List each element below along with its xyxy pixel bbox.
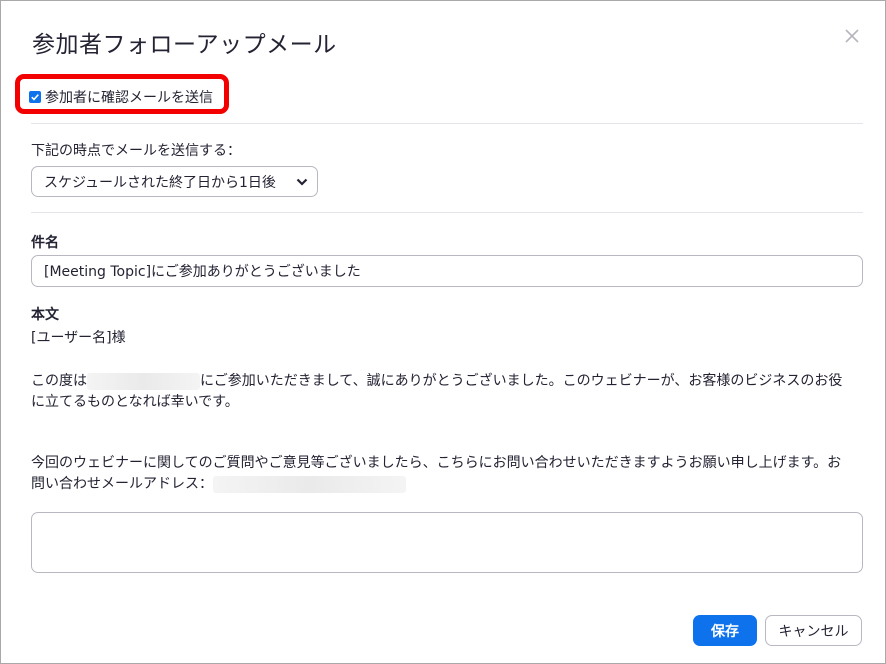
body-paragraph-1-line-2: に立てるものとなれば幸いです。	[31, 394, 239, 410]
chevron-down-icon	[296, 178, 308, 186]
body-para1-start: この度は	[31, 373, 87, 389]
divider	[31, 123, 863, 124]
confirmation-checkbox-label: 参加者に確認メールを送信	[45, 90, 213, 106]
subject-input[interactable]: [Meeting Topic]にご参加ありがとうございました	[31, 255, 863, 287]
dialog-title: 参加者フォローアップメール	[32, 32, 337, 58]
redacted-email-address	[213, 475, 406, 493]
timing-select[interactable]: スケジュールされた終了日から1日後	[31, 166, 318, 197]
body-para2-line2-text: 問い合わせメールアドレス：	[31, 476, 213, 492]
body-greeting: [ユーザー名]様	[31, 330, 126, 346]
save-button[interactable]: 保存	[693, 615, 757, 646]
checkmark-icon	[31, 94, 39, 101]
close-icon	[845, 29, 859, 43]
body-paragraph-2-line-2: 問い合わせメールアドレス：	[31, 474, 406, 495]
confirmation-checkbox[interactable]	[29, 91, 41, 103]
body-paragraph-2-line-1: 今回のウェビナーに関してのご質問やご意見等ございましたら、こちらにお問い合わせい…	[31, 455, 842, 471]
timing-select-value: スケジュールされた終了日から1日後	[44, 174, 276, 191]
confirmation-checkbox-row[interactable]: 参加者に確認メールを送信	[29, 87, 213, 107]
additional-message-textarea[interactable]	[31, 512, 863, 573]
divider	[31, 212, 863, 213]
body-paragraph-1-line-1: この度は にご参加いただきまして、誠にありがとうございました。このウェビナーが、お…	[31, 371, 842, 392]
follow-up-email-dialog: 参加者フォローアップメール 参加者に確認メールを送信 下記の時点でメールを送信す…	[0, 0, 886, 664]
subject-label: 件名	[31, 235, 59, 251]
body-label: 本文	[31, 307, 59, 323]
body-para1-rest: にご参加いただきまして、誠にありがとうございました。このウェビナーが、お客様のビ…	[200, 373, 843, 389]
close-button[interactable]	[839, 23, 865, 49]
timing-label: 下記の時点でメールを送信する：	[31, 143, 241, 159]
subject-input-value: [Meeting Topic]にご参加ありがとうございました	[44, 264, 361, 280]
redacted-webinar-name	[87, 372, 200, 390]
cancel-button[interactable]: キャンセル	[765, 615, 862, 646]
